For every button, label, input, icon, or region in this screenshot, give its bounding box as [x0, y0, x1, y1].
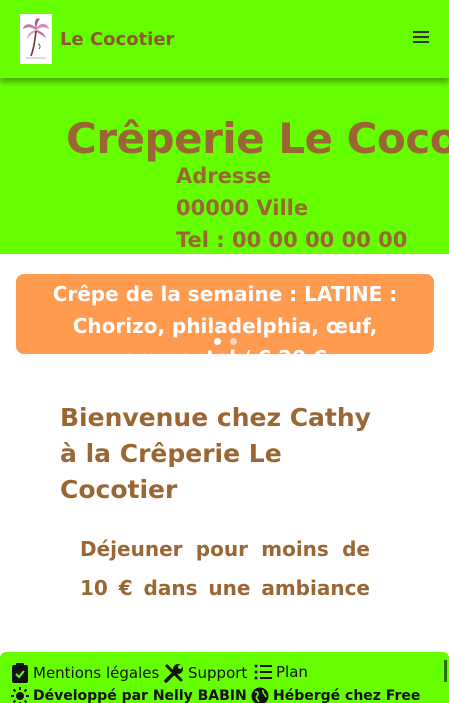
- support-link[interactable]: Support: [163, 662, 247, 684]
- developer-credit[interactable]: Développé par Nelly BABIN: [10, 686, 247, 703]
- plan-link-label: Plan: [276, 663, 308, 681]
- brand-name[interactable]: Le Cocotier: [60, 29, 174, 50]
- plan-link[interactable]: Plan: [253, 662, 308, 682]
- hero-title: Crêperie Le Cocotier: [66, 114, 449, 163]
- host-credit-label: Hébergé chez Free: [273, 688, 421, 703]
- carousel-slide-text: Crêpe de la semaine : LATINE : Chorizo, …: [52, 282, 398, 354]
- legal-link[interactable]: Mentions légales: [10, 662, 159, 684]
- support-link-label: Support: [188, 664, 248, 682]
- developer-credit-label: Développé par Nelly BABIN: [33, 688, 247, 703]
- hero-banner: Crêperie Le Cocotier Adresse 00000 Ville…: [0, 78, 449, 254]
- footer: Mentions légales Support Plan Développé …: [0, 652, 449, 703]
- legal-link-label: Mentions légales: [33, 664, 160, 682]
- navbar: Le Cocotier: [0, 0, 449, 78]
- tools-icon: [164, 664, 183, 683]
- hamburger-menu-icon[interactable]: [410, 28, 432, 46]
- weekly-crepe-carousel[interactable]: Crêpe de la semaine : LATINE : Chorizo, …: [16, 274, 434, 354]
- scroll-indicator[interactable]: [444, 660, 447, 682]
- welcome-heading: Bienvenue chez Cathy à la Crêperie Le Co…: [60, 403, 371, 504]
- site-logo[interactable]: [20, 14, 52, 64]
- hero-address: Adresse: [176, 164, 272, 188]
- host-credit[interactable]: Hébergé chez Free: [250, 686, 420, 703]
- intro-text: Déjeuner pour moins de 10 € dans une amb…: [80, 537, 370, 600]
- globe-icon: [251, 687, 269, 703]
- carousel-indicator-1[interactable]: [214, 338, 221, 345]
- hero-city: 00000 Ville: [176, 196, 309, 220]
- palm-tree-logo-icon: [20, 14, 52, 64]
- clipboard-check-icon: [12, 663, 28, 683]
- list-icon: [254, 664, 272, 680]
- sun-icon: [11, 687, 29, 703]
- hero-phone: Tel : 00 00 00 00 00: [176, 228, 408, 252]
- carousel-indicator-2[interactable]: [230, 338, 237, 345]
